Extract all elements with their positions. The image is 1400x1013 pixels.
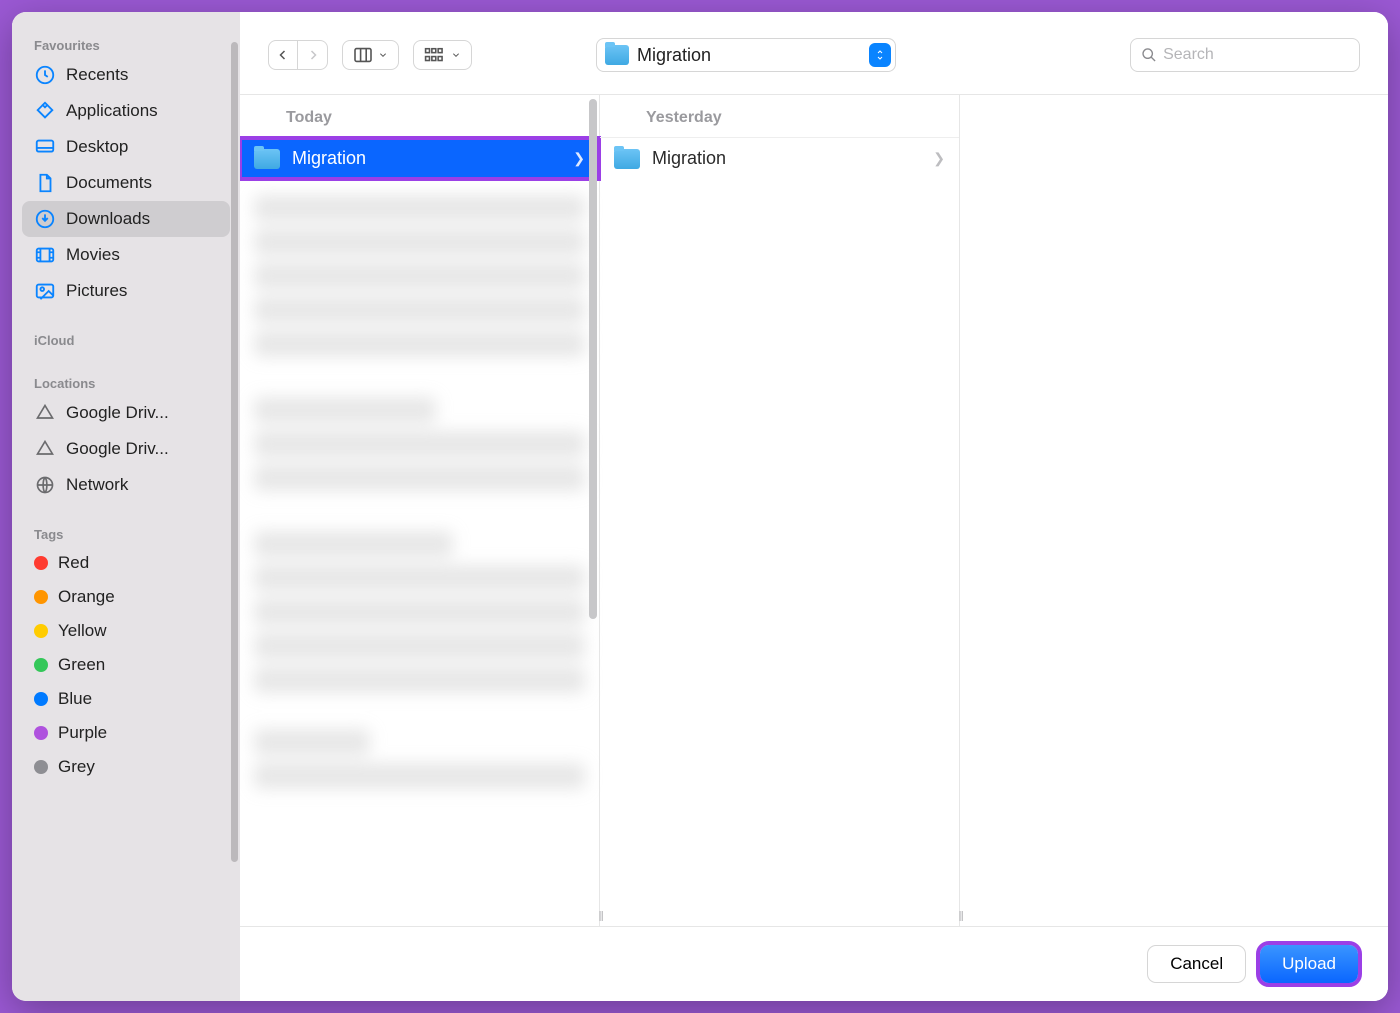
sidebar-item-desktop[interactable]: Desktop xyxy=(22,129,230,165)
file-row-migration[interactable]: Migration ❯ xyxy=(600,138,959,179)
sidebar-item-google-drive-2[interactable]: Google Driv... xyxy=(22,431,230,467)
file-row-migration[interactable]: Migration ❯ xyxy=(240,138,599,179)
toolbar: Migration xyxy=(240,12,1388,95)
folder-icon xyxy=(254,149,280,169)
tag-dot-icon xyxy=(34,556,48,570)
tag-dot-icon xyxy=(34,760,48,774)
sidebar-scrollbar[interactable] xyxy=(231,42,238,862)
chevron-right-icon: ❯ xyxy=(933,150,945,167)
upload-button[interactable]: Upload xyxy=(1260,945,1358,983)
pictures-icon xyxy=(34,280,56,302)
tag-dot-icon xyxy=(34,658,48,672)
search-icon xyxy=(1141,46,1157,64)
column-resize-handle[interactable]: ‖ xyxy=(958,908,964,924)
folder-icon xyxy=(614,149,640,169)
sidebar-item-applications[interactable]: Applications xyxy=(22,93,230,129)
sidebar-header-tags: Tags xyxy=(22,521,230,546)
sidebar-tag-green[interactable]: Green xyxy=(22,648,230,682)
file-open-dialog: Favourites Recents Applications Desktop … xyxy=(12,12,1388,1001)
tag-dot-icon xyxy=(34,590,48,604)
sidebar-item-downloads[interactable]: Downloads xyxy=(22,201,230,237)
chevron-right-icon: ❯ xyxy=(573,150,585,167)
footer: Cancel Upload xyxy=(240,926,1388,1001)
sidebar-item-label: Google Driv... xyxy=(66,439,169,459)
back-button[interactable] xyxy=(268,40,298,70)
sidebar-tag-yellow[interactable]: Yellow xyxy=(22,614,230,648)
sidebar-tag-purple[interactable]: Purple xyxy=(22,716,230,750)
sidebar-header-favourites: Favourites xyxy=(22,32,230,57)
file-row-label: Migration xyxy=(652,148,726,169)
sidebar-item-pictures[interactable]: Pictures xyxy=(22,273,230,309)
sidebar-item-label: Recents xyxy=(66,65,128,85)
tag-dot-icon xyxy=(34,624,48,638)
column-header: Today xyxy=(240,95,599,138)
sidebar-item-label: Red xyxy=(58,553,89,573)
sidebar-item-movies[interactable]: Movies xyxy=(22,237,230,273)
sidebar-item-label: Pictures xyxy=(66,281,127,301)
sidebar-tag-red[interactable]: Red xyxy=(22,546,230,580)
columns: Today Migration ❯ xyxy=(240,95,1388,926)
sidebar-item-label: Network xyxy=(66,475,128,495)
sidebar-item-label: Purple xyxy=(58,723,107,743)
sidebar-item-label: Movies xyxy=(66,245,120,265)
desktop-icon xyxy=(34,136,56,158)
content-area: Migration Today Migration ❯ xyxy=(240,12,1388,1001)
download-icon xyxy=(34,208,56,230)
sidebar-item-label: Blue xyxy=(58,689,92,709)
current-folder-name: Migration xyxy=(637,45,861,66)
column-today: Today Migration ❯ xyxy=(240,95,600,926)
tag-dot-icon xyxy=(34,692,48,706)
tag-dot-icon xyxy=(34,726,48,740)
folder-icon xyxy=(605,45,629,65)
path-popup[interactable]: Migration xyxy=(596,38,896,72)
sidebar-item-recents[interactable]: Recents xyxy=(22,57,230,93)
chevron-down-icon xyxy=(451,51,461,59)
preview-pane xyxy=(960,95,1388,926)
search-input[interactable] xyxy=(1163,46,1349,64)
sidebar-item-documents[interactable]: Documents xyxy=(22,165,230,201)
network-icon xyxy=(34,474,56,496)
blurred-content xyxy=(240,179,599,817)
column-yesterday: Yesterday Migration ❯ ‖ xyxy=(600,95,960,926)
sidebar-item-label: Applications xyxy=(66,101,158,121)
column-header: Yesterday xyxy=(600,95,959,138)
view-columns-button[interactable] xyxy=(342,40,399,70)
sidebar: Favourites Recents Applications Desktop … xyxy=(12,12,240,1001)
sidebar-item-label: Documents xyxy=(66,173,152,193)
sidebar-tag-blue[interactable]: Blue xyxy=(22,682,230,716)
sidebar-item-label: Google Driv... xyxy=(66,403,169,423)
sidebar-header-icloud: iCloud xyxy=(22,327,230,352)
sidebar-item-google-drive-1[interactable]: Google Driv... xyxy=(22,395,230,431)
view-grouping-button[interactable] xyxy=(413,40,472,70)
sidebar-item-label: Grey xyxy=(58,757,95,777)
movies-icon xyxy=(34,244,56,266)
sidebar-item-label: Orange xyxy=(58,587,115,607)
apps-icon xyxy=(34,100,56,122)
sidebar-item-label: Yellow xyxy=(58,621,107,641)
cancel-button[interactable]: Cancel xyxy=(1147,945,1246,983)
sidebar-tag-grey[interactable]: Grey xyxy=(22,750,230,784)
drive-icon xyxy=(34,402,56,424)
column-scrollbar[interactable] xyxy=(589,99,597,619)
forward-button[interactable] xyxy=(298,40,328,70)
document-icon xyxy=(34,172,56,194)
file-row-label: Migration xyxy=(292,148,366,169)
sidebar-item-network[interactable]: Network xyxy=(22,467,230,503)
sidebar-item-label: Desktop xyxy=(66,137,128,157)
sidebar-item-label: Green xyxy=(58,655,105,675)
sidebar-header-locations: Locations xyxy=(22,370,230,395)
drive-icon xyxy=(34,438,56,460)
sidebar-tag-orange[interactable]: Orange xyxy=(22,580,230,614)
nav-buttons xyxy=(268,40,328,70)
sidebar-item-label: Downloads xyxy=(66,209,150,229)
chevron-down-icon xyxy=(378,51,388,59)
search-box[interactable] xyxy=(1130,38,1360,72)
path-stepper-icon xyxy=(869,43,891,67)
clock-icon xyxy=(34,64,56,86)
